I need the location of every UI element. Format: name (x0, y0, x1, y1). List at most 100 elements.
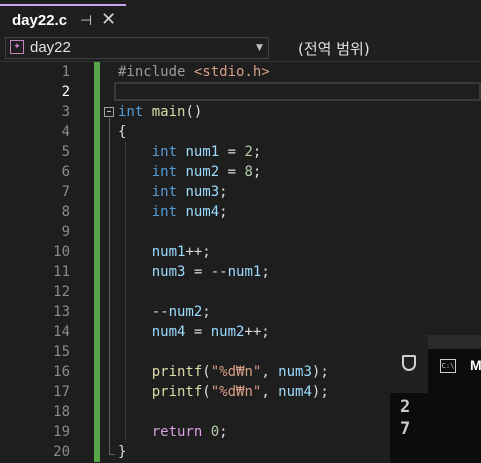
code-token: num4 (278, 384, 312, 400)
code-token: num2 (210, 324, 245, 340)
line-number: 18 (53, 404, 70, 420)
console-tab-title: M (470, 357, 481, 373)
code-token: printf (118, 364, 203, 380)
code-token: num1 (185, 144, 220, 160)
code-token: = (185, 324, 211, 340)
outline-end (109, 454, 115, 455)
code-token: printf (118, 384, 203, 400)
code-line[interactable]: num3 = --num1; (118, 262, 270, 282)
line-number: 7 (61, 184, 70, 200)
line-number: 16 (53, 364, 70, 380)
console-window[interactable]: C:\ M 2 7 (390, 335, 481, 463)
code-token: ; (219, 204, 228, 220)
code-line[interactable]: int num4; (118, 202, 228, 222)
line-number: 9 (61, 224, 70, 240)
line-number: 6 (61, 164, 70, 180)
code-line[interactable]: num4 = num2++; (118, 322, 270, 342)
code-token: { (118, 124, 127, 140)
console-titlebar: C:\ M (390, 335, 481, 393)
code-token: num3 (185, 184, 220, 200)
code-token: ); (311, 364, 329, 380)
code-line[interactable]: int main() (118, 102, 202, 122)
code-token: ; (261, 264, 270, 280)
project-icon: ✦ (10, 40, 24, 54)
line-number: 19 (53, 424, 70, 440)
line-number: 13 (53, 304, 70, 320)
code-token: ; (219, 424, 228, 440)
code-token: num2 (168, 304, 203, 320)
close-icon[interactable]: ✕ (101, 9, 116, 30)
line-number: 10 (53, 244, 70, 260)
project-dropdown[interactable]: ✦ day22 ▼ (5, 37, 269, 59)
code-line[interactable]: --num2; (118, 302, 211, 322)
code-token: ); (311, 384, 329, 400)
code-token: ; (219, 184, 228, 200)
code-line[interactable]: return 0; (118, 422, 228, 442)
line-number: 4 (61, 124, 70, 140)
line-number: 8 (61, 204, 70, 220)
collapse-icon[interactable] (104, 107, 114, 117)
code-line[interactable]: int num1 = 2; (118, 142, 262, 162)
code-token: return (118, 424, 211, 440)
code-token: <stdio.h> (193, 64, 270, 80)
code-token: ; (252, 144, 262, 160)
line-number: 3 (61, 104, 70, 120)
code-line[interactable]: int num2 = 8; (118, 162, 262, 182)
code-token: #include (118, 64, 194, 80)
code-token: num3 (278, 364, 312, 380)
tab-day22-c[interactable]: day22.c ⊣ ✕ (0, 4, 126, 34)
code-token: "%d₩n" (210, 364, 262, 380)
code-token: () (185, 104, 203, 120)
code-token: num4 (185, 204, 220, 220)
pin-icon[interactable]: ⊣ (80, 13, 92, 29)
code-token: num1 (118, 244, 186, 260)
chevron-down-icon[interactable]: ▼ (256, 43, 263, 53)
line-number: 17 (53, 384, 70, 400)
scope-dropdown[interactable]: (전역 범위) (298, 38, 370, 59)
code-token: ++; (244, 324, 270, 340)
code-token: "%d₩n" (210, 384, 262, 400)
code-token: = (219, 164, 245, 180)
line-number: 2 (61, 84, 70, 100)
code-token: num1 (227, 264, 262, 280)
line-number: 14 (53, 324, 70, 340)
code-line[interactable]: printf("%d₩n", num3); (118, 362, 329, 382)
code-token: num2 (185, 164, 220, 180)
code-token: ( (202, 364, 211, 380)
terminal-icon: C:\ (440, 359, 456, 373)
code-token: ; (252, 164, 262, 180)
code-token: num3 (118, 264, 186, 280)
code-token: ; (202, 304, 211, 320)
code-token: int (118, 184, 186, 200)
code-token: ( (202, 384, 211, 400)
project-name: day22 (30, 39, 71, 56)
line-number: 1 (61, 64, 70, 80)
line-number: 5 (61, 144, 70, 160)
code-token: 0 (210, 424, 220, 440)
code-token: = (219, 144, 245, 160)
code-token: 2 (244, 144, 253, 160)
line-number: 11 (53, 264, 70, 280)
navigation-bar: ✦ day22 ▼ (전역 범위) (0, 34, 481, 62)
line-number: 15 (53, 344, 70, 360)
code-line[interactable]: num1++; (118, 242, 211, 262)
code-token: , (261, 364, 279, 380)
code-line[interactable]: #include <stdio.h> (118, 62, 270, 82)
code-token: } (118, 444, 127, 460)
code-token: 8 (244, 164, 253, 180)
shield-button[interactable] (390, 335, 428, 393)
code-token: = -- (185, 264, 228, 280)
console-output-line: 7 (400, 419, 411, 439)
shield-icon (402, 355, 416, 371)
code-token: int (118, 164, 186, 180)
code-token: main (151, 104, 186, 120)
code-line[interactable]: int num3; (118, 182, 228, 202)
line-number: 20 (53, 444, 70, 460)
code-line[interactable]: } (118, 442, 126, 462)
code-token: -- (118, 304, 169, 320)
console-output-line: 2 (400, 397, 411, 417)
code-line[interactable]: printf("%d₩n", num4); (118, 382, 329, 402)
outline-line (109, 118, 110, 455)
code-line[interactable]: { (118, 122, 126, 142)
console-tab[interactable]: C:\ M (428, 349, 481, 393)
